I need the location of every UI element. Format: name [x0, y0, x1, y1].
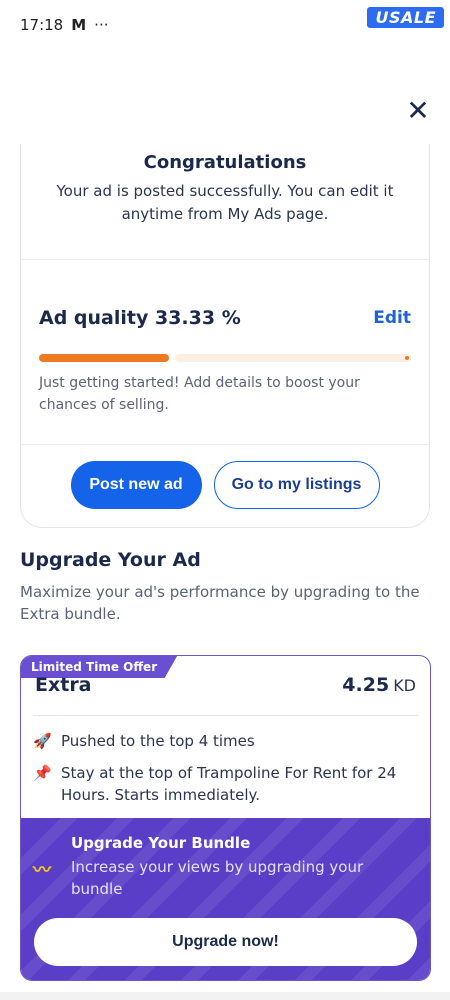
upgrade-title: Upgrade Your Ad	[20, 549, 201, 571]
divider	[21, 259, 429, 260]
edit-link[interactable]: Edit	[373, 308, 411, 328]
mail-icon: M	[71, 16, 87, 34]
feature-item: 📌 Stay at the top of Trampoline For Rent…	[33, 762, 418, 806]
ad-quality-row: Ad quality 33.33 % Edit	[39, 307, 411, 329]
quality-hint: Just getting started! Add details to boo…	[39, 375, 360, 413]
bundle-panel-title: Upgrade Your Bundle	[71, 834, 251, 852]
usale-logo: USALE	[367, 7, 444, 28]
success-card: Congratulations Your ad is posted succes…	[20, 144, 430, 528]
close-button[interactable]: ✕	[404, 97, 432, 125]
bundle-price: 4.25 KD	[342, 674, 416, 696]
extra-bundle-card[interactable]: Limited Time Offer Extra 4.25 KD 🚀 Pushed…	[20, 655, 431, 981]
price-currency: KD	[393, 676, 416, 695]
ad-quality-title: Ad quality 33.33 %	[39, 307, 241, 329]
go-to-listings-button[interactable]: Go to my listings	[213, 461, 380, 509]
bundle-panel-text: Increase your views by upgrading your bu…	[71, 858, 364, 898]
feature-text: Pushed to the top 4 times	[61, 732, 255, 750]
more-notifications-icon: ···	[94, 16, 109, 34]
feature-item: 🚀 Pushed to the top 4 times	[33, 730, 418, 752]
congrats-title: Congratulations	[143, 152, 307, 173]
divider	[33, 715, 418, 716]
bundle-name: Extra	[35, 674, 92, 696]
progress-end-dot	[405, 356, 409, 360]
upgrade-description: Maximize your ad's performance by upgrad…	[20, 583, 420, 623]
upgrade-now-button[interactable]: Upgrade now!	[34, 918, 417, 966]
divider	[21, 444, 429, 445]
upgrade-bundle-panel: 〰 Upgrade Your Bundle Increase your view…	[21, 818, 430, 980]
close-icon: ✕	[406, 94, 430, 127]
progress-fill	[39, 354, 169, 362]
pin-icon: 📌	[33, 764, 52, 782]
feature-text: Stay at the top of Trampoline For Rent f…	[61, 764, 397, 804]
rocket-icon: 🚀	[33, 732, 52, 750]
clock: 17:18	[20, 16, 64, 34]
quality-progress-bar	[39, 354, 411, 362]
post-new-ad-button[interactable]: Post new ad	[70, 461, 202, 509]
price-value: 4.25	[342, 674, 390, 696]
trend-icon: 〰	[33, 860, 51, 881]
congrats-message: Your ad is posted successfully. You can …	[56, 182, 394, 223]
bottom-bar	[0, 992, 450, 1000]
offer-header: Extra 4.25 KD	[35, 674, 416, 696]
action-buttons: Post new ad Go to my listings	[21, 461, 429, 509]
progress-track	[175, 354, 411, 362]
